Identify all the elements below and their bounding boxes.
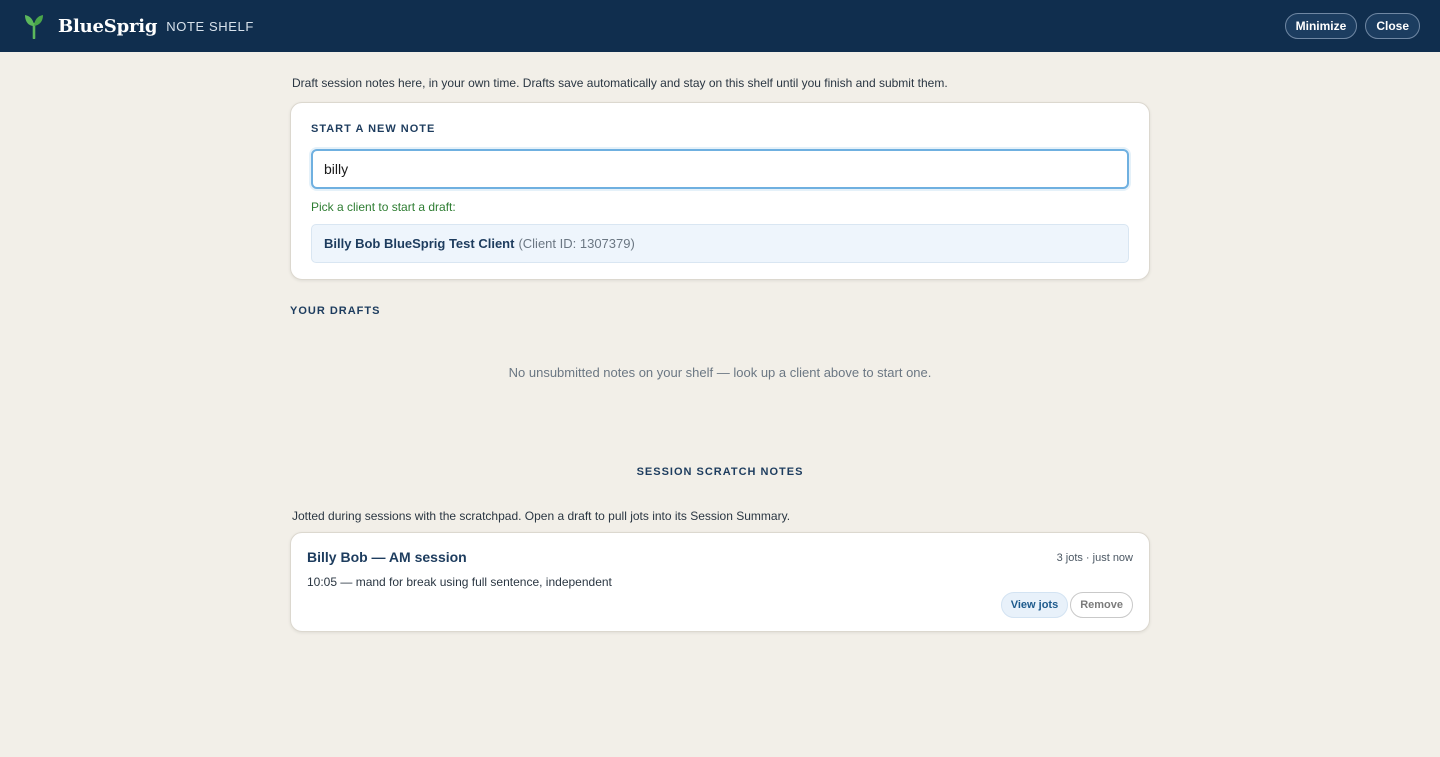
client-result-name: Billy Bob BlueSprig Test Client (324, 236, 515, 251)
scratch-notes-heading: SESSION SCRATCH NOTES (636, 466, 804, 478)
scratch-notes-intro: Jotted during sessions with the scratchp… (292, 509, 791, 523)
sprout-icon (25, 15, 43, 39)
drafts-label: YOUR DRAFTS (290, 305, 381, 317)
client-search-input[interactable] (311, 149, 1129, 189)
new-note-label: START A NEW NOTE (311, 123, 436, 135)
remove-button[interactable]: Remove (1070, 592, 1133, 618)
close-button[interactable]: Close (1365, 13, 1420, 39)
minimize-button[interactable]: Minimize (1284, 13, 1358, 39)
scratch-note-card: Billy Bob — AM session 3 jots · just now… (290, 532, 1150, 632)
app-subtitle: NOTE SHELF (166, 18, 254, 34)
new-note-card: START A NEW NOTE Pick a client to start … (290, 102, 1150, 280)
client-result-id: (Client ID: 1307379) (518, 236, 635, 251)
app-header: BlueSprig NOTE SHELF Minimize Close (0, 0, 1440, 52)
main-content: Draft session notes here, in your own ti… (290, 52, 1150, 632)
scratch-note-meta: 3 jots · just now (1056, 552, 1133, 564)
window-controls: Minimize Close (1284, 13, 1420, 39)
client-result-item[interactable]: Billy Bob BlueSprig Test Client (Client … (311, 224, 1129, 263)
view-jots-button[interactable]: View jots (1000, 592, 1069, 618)
intro-text: Draft session notes here, in your own ti… (292, 76, 948, 90)
pick-client-hint: Pick a client to start a draft: (311, 200, 456, 214)
scratch-note-actions: View jots Remove (1000, 592, 1133, 618)
scratch-note-title: Billy Bob — AM session (307, 549, 467, 565)
scratch-note-latest-jot: 10:05 — mand for break using full senten… (307, 575, 612, 589)
brand-name: BlueSprig (58, 15, 158, 37)
logo: BlueSprig NOTE SHELF (24, 13, 254, 39)
drafts-empty-state: No unsubmitted notes on your shelf — loo… (508, 365, 932, 380)
